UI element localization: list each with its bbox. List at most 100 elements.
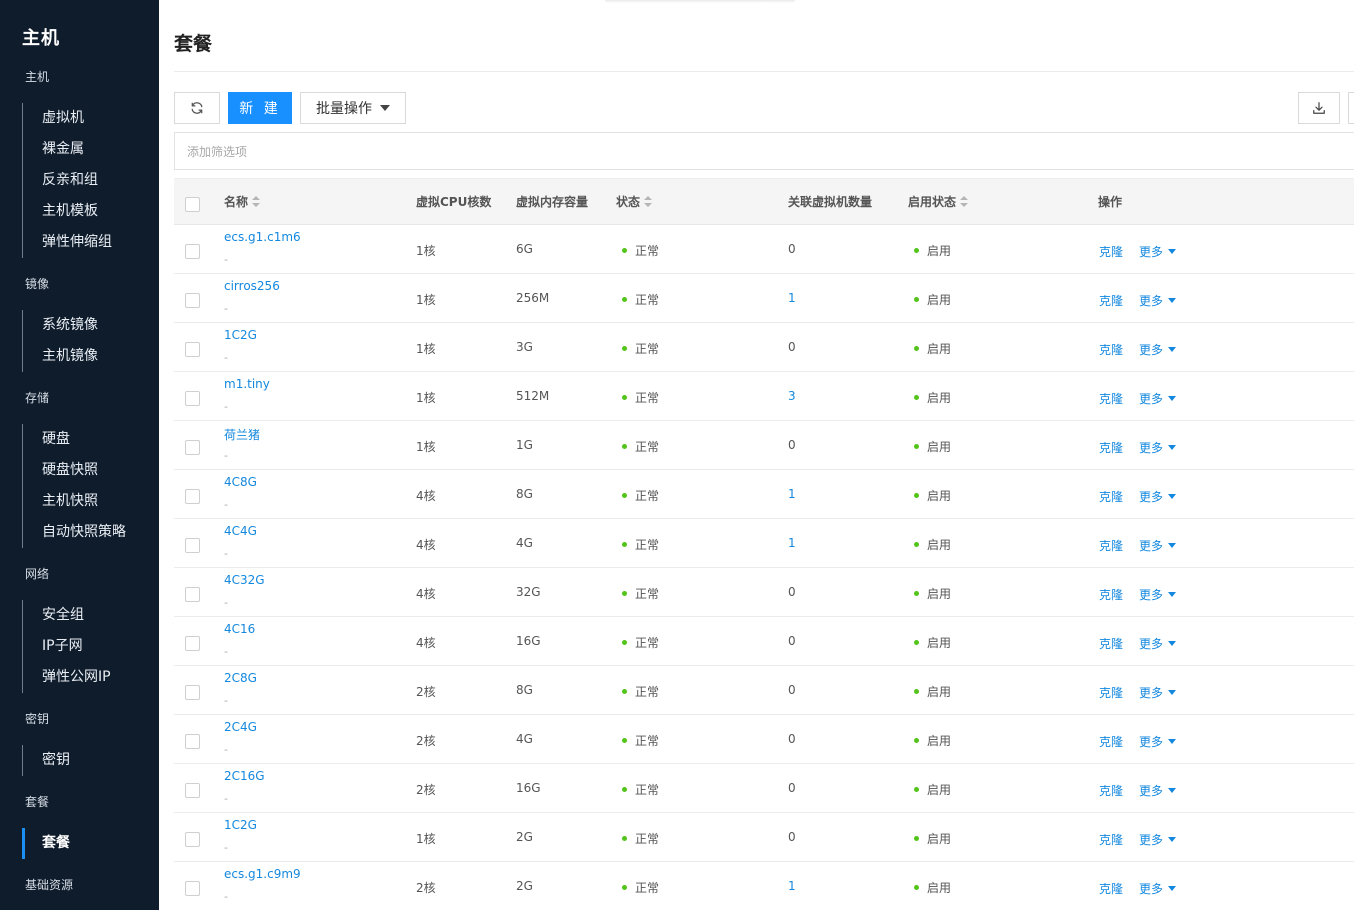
- row-checkbox[interactable]: [185, 783, 200, 798]
- row-checkbox[interactable]: [185, 832, 200, 847]
- clone-button[interactable]: 克隆: [1099, 292, 1123, 309]
- sidebar-item-eip[interactable]: 弹性公网IP: [23, 662, 111, 693]
- clone-button[interactable]: 克隆: [1099, 488, 1123, 505]
- clone-button[interactable]: 克隆: [1099, 635, 1123, 652]
- sidebar-item-autoscaling[interactable]: 弹性伸缩组: [23, 227, 112, 258]
- sidebar-item-disk-snapshot[interactable]: 硬盘快照: [23, 455, 126, 486]
- sku-description: -: [224, 792, 228, 805]
- sku-name-link[interactable]: cirros256: [224, 279, 280, 293]
- vm-count[interactable]: 1: [788, 536, 796, 550]
- sidebar-item-vm[interactable]: 虚拟机: [23, 103, 112, 134]
- more-actions-dropdown[interactable]: 更多: [1139, 488, 1177, 505]
- more-actions-dropdown[interactable]: 更多: [1139, 439, 1177, 456]
- more-actions-dropdown[interactable]: 更多: [1139, 537, 1177, 554]
- row-checkbox[interactable]: [185, 881, 200, 896]
- row-checkbox[interactable]: [185, 342, 200, 357]
- memory-size: 8G: [516, 683, 533, 697]
- more-actions-dropdown[interactable]: 更多: [1139, 684, 1177, 701]
- sidebar-item-ip-subnet[interactable]: IP子网: [23, 631, 111, 662]
- sku-description: -: [224, 596, 228, 609]
- select-all-checkbox[interactable]: [185, 197, 200, 212]
- clone-button[interactable]: 克隆: [1099, 243, 1123, 260]
- caret-down-icon: [1168, 494, 1177, 499]
- row-checkbox[interactable]: [185, 293, 200, 308]
- row-checkbox[interactable]: [185, 244, 200, 259]
- cpu-cores: 1核: [416, 342, 436, 356]
- sku-name-link[interactable]: ecs.g1.c9m9: [224, 867, 301, 881]
- sku-name-link[interactable]: ecs.g1.c1m6: [224, 230, 301, 244]
- clone-button[interactable]: 克隆: [1099, 439, 1123, 456]
- row-checkbox[interactable]: [185, 734, 200, 749]
- sku-name-link[interactable]: 2C4G: [224, 720, 257, 734]
- sidebar-item-host-snapshot[interactable]: 主机快照: [23, 486, 126, 517]
- vm-count[interactable]: 1: [788, 879, 796, 893]
- sidebar-item-baremetal[interactable]: 裸金属: [23, 134, 112, 165]
- sidebar-item-auto-snapshot-policy[interactable]: 自动快照策略: [23, 517, 126, 548]
- sku-name-link[interactable]: 2C16G: [224, 769, 265, 783]
- more-actions-dropdown[interactable]: 更多: [1139, 831, 1177, 848]
- more-actions-dropdown[interactable]: 更多: [1139, 635, 1177, 652]
- status-badge: 正常: [622, 242, 659, 259]
- caret-down-icon: [1168, 739, 1177, 744]
- sidebar-item-system-image[interactable]: 系统镜像: [23, 310, 98, 341]
- more-actions-dropdown[interactable]: 更多: [1139, 733, 1177, 750]
- sku-name-link[interactable]: m1.tiny: [224, 377, 270, 391]
- status-badge: 正常: [622, 291, 659, 308]
- cpu-cores: 4核: [416, 538, 436, 552]
- sku-name-link[interactable]: 1C2G: [224, 328, 257, 342]
- sku-name-link[interactable]: 4C16: [224, 622, 255, 636]
- more-actions-dropdown[interactable]: 更多: [1139, 341, 1177, 358]
- row-checkbox[interactable]: [185, 489, 200, 504]
- clone-button[interactable]: 克隆: [1099, 782, 1123, 799]
- more-actions-dropdown[interactable]: 更多: [1139, 292, 1177, 309]
- row-checkbox[interactable]: [185, 587, 200, 602]
- clone-button[interactable]: 克隆: [1099, 831, 1123, 848]
- sidebar-item-keypair[interactable]: 密钥: [23, 745, 70, 776]
- vm-count[interactable]: 1: [788, 291, 796, 305]
- clone-button[interactable]: 克隆: [1099, 586, 1123, 603]
- more-actions-dropdown[interactable]: 更多: [1139, 586, 1177, 603]
- sidebar-item-anti-affinity[interactable]: 反亲和组: [23, 165, 112, 196]
- clone-button[interactable]: 克隆: [1099, 880, 1123, 897]
- clone-button[interactable]: 克隆: [1099, 733, 1123, 750]
- sidebar-item-sku[interactable]: 套餐: [25, 828, 70, 859]
- row-checkbox[interactable]: [185, 636, 200, 651]
- more-actions-dropdown[interactable]: 更多: [1139, 243, 1177, 260]
- clone-button[interactable]: 克隆: [1099, 390, 1123, 407]
- sku-name-link[interactable]: 4C32G: [224, 573, 265, 587]
- vm-count[interactable]: 1: [788, 487, 796, 501]
- column-header-cpu: 虚拟CPU核数: [416, 195, 492, 209]
- more-actions-dropdown[interactable]: 更多: [1139, 880, 1177, 897]
- row-checkbox[interactable]: [185, 685, 200, 700]
- sidebar-group-base-resources[interactable]: 基础资源: [25, 876, 73, 893]
- row-checkbox[interactable]: [185, 440, 200, 455]
- batch-actions-dropdown[interactable]: 批量操作: [300, 92, 406, 124]
- sku-name-link[interactable]: 4C4G: [224, 524, 257, 538]
- sku-name-link[interactable]: 2C8G: [224, 671, 257, 685]
- sidebar-item-disk[interactable]: 硬盘: [23, 424, 126, 455]
- column-header-enable[interactable]: 启用状态: [908, 179, 969, 226]
- more-actions-dropdown[interactable]: 更多: [1139, 782, 1177, 799]
- column-header-status[interactable]: 状态: [616, 179, 653, 226]
- settings-button-partial[interactable]: [1348, 92, 1354, 124]
- more-actions-dropdown[interactable]: 更多: [1139, 390, 1177, 407]
- refresh-button[interactable]: [174, 92, 220, 124]
- sidebar-item-host-image[interactable]: 主机镜像: [23, 341, 98, 372]
- enable-status-badge: 启用: [914, 879, 951, 896]
- clone-button[interactable]: 克隆: [1099, 684, 1123, 701]
- filter-input[interactable]: 添加筛选项: [174, 132, 1354, 170]
- sku-name-link[interactable]: 荷兰猪: [224, 426, 260, 443]
- sidebar-item-security-group[interactable]: 安全组: [23, 600, 111, 631]
- status-dot-icon: [914, 444, 919, 449]
- vm-count[interactable]: 3: [788, 389, 796, 403]
- clone-button[interactable]: 克隆: [1099, 537, 1123, 554]
- row-checkbox[interactable]: [185, 391, 200, 406]
- sidebar-item-host-template[interactable]: 主机模板: [23, 196, 112, 227]
- sku-name-link[interactable]: 4C8G: [224, 475, 257, 489]
- export-button[interactable]: [1298, 92, 1340, 124]
- column-header-name[interactable]: 名称: [224, 179, 261, 226]
- new-button[interactable]: 新 建: [228, 92, 292, 124]
- sku-name-link[interactable]: 1C2G: [224, 818, 257, 832]
- row-checkbox[interactable]: [185, 538, 200, 553]
- clone-button[interactable]: 克隆: [1099, 341, 1123, 358]
